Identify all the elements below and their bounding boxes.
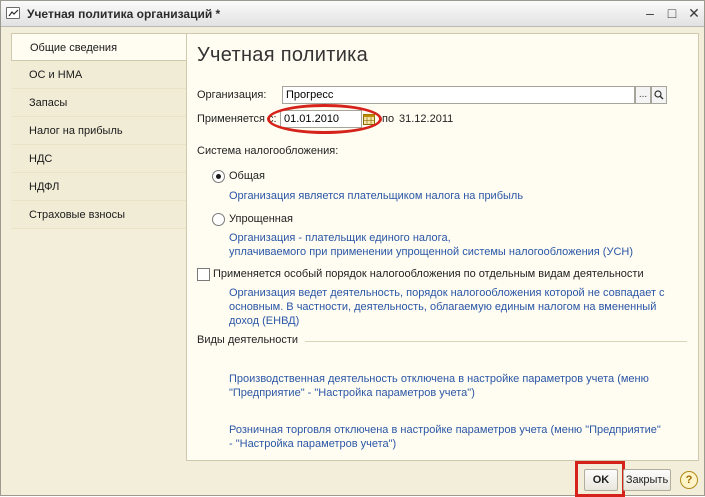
- tax-system-label: Система налогообложения:: [197, 145, 339, 157]
- retail-note-line-1: Розничная торговля отключена в настройке…: [229, 424, 661, 436]
- dialog-footer: OK Закрыть ?: [1, 461, 704, 497]
- activities-divider: [305, 341, 687, 342]
- maximize-button[interactable]: □: [663, 5, 681, 22]
- window-title: Учетная политика организаций *: [27, 7, 221, 21]
- nav-item-personal-income-tax[interactable]: НДФЛ: [11, 173, 187, 201]
- dialog-window: Учетная политика организаций * – □ ✕ Общ…: [0, 0, 705, 497]
- applies-from-label: Применяется с:: [197, 113, 277, 125]
- organization-label: Организация:: [197, 89, 267, 101]
- tax-simplified-label[interactable]: Упрощенная: [229, 213, 293, 225]
- help-button[interactable]: ?: [680, 471, 698, 489]
- applies-to-label: по: [382, 113, 395, 125]
- special-order-note-line-3: доход (ЕНВД): [229, 315, 300, 327]
- production-note-line-2: "Предприятие" - "Настройка параметров уч…: [229, 387, 475, 399]
- search-icon: [654, 90, 664, 100]
- tax-simplified-note-line-1: Организация - плательщик единого налога,: [229, 232, 451, 244]
- applies-to-date: 31.12.2011: [399, 113, 454, 125]
- content-panel: Учетная политика Организация: Прогресс .…: [186, 33, 699, 461]
- title-bar[interactable]: Учетная политика организаций * – □ ✕: [1, 1, 704, 27]
- production-note-line-1: Производственная деятельность отключена …: [229, 373, 649, 385]
- nav-item-general[interactable]: Общие сведения: [11, 33, 187, 61]
- nav-item-fixed-assets[interactable]: ОС и НМА: [11, 61, 187, 89]
- nav-item-inventory[interactable]: Запасы: [11, 89, 187, 117]
- tax-simplified-note-line-2: уплачиваемого при применении упрощенной …: [229, 246, 634, 258]
- activities-label: Виды деятельности: [197, 334, 299, 346]
- organization-open-button[interactable]: [651, 86, 667, 104]
- special-order-checkbox[interactable]: [197, 268, 210, 281]
- highlight-ok-button: [575, 461, 625, 497]
- retail-note-line-2: - "Настройка параметров учета"): [229, 438, 397, 450]
- close-button[interactable]: Закрыть: [623, 469, 671, 491]
- tax-general-note: Организация является плательщиком налога…: [229, 190, 524, 202]
- tax-simplified-radio[interactable]: [212, 213, 225, 226]
- tax-general-radio[interactable]: [212, 170, 225, 183]
- nav-item-profit-tax[interactable]: Налог на прибыль: [11, 117, 187, 145]
- organization-select-button[interactable]: ...: [635, 86, 651, 104]
- nav-item-vat[interactable]: НДС: [11, 145, 187, 173]
- tax-general-label[interactable]: Общая: [229, 170, 265, 182]
- close-window-button[interactable]: ✕: [685, 5, 703, 22]
- organization-field[interactable]: Прогресс: [282, 86, 635, 104]
- special-order-note-line-1: Организация ведет деятельность, порядок …: [229, 287, 665, 299]
- highlight-date-field: [267, 104, 382, 134]
- nav-item-insurance[interactable]: Страховые взносы: [11, 201, 187, 229]
- minimize-button[interactable]: –: [641, 5, 659, 22]
- app-icon: [6, 7, 20, 19]
- special-order-label[interactable]: Применяется особый порядок налогообложен…: [213, 268, 644, 280]
- special-order-note-line-2: основным. В частности, деятельность, обл…: [229, 301, 657, 313]
- section-nav: Общие сведения ОС и НМА Запасы Налог на …: [11, 33, 187, 231]
- page-title: Учетная политика: [197, 44, 369, 66]
